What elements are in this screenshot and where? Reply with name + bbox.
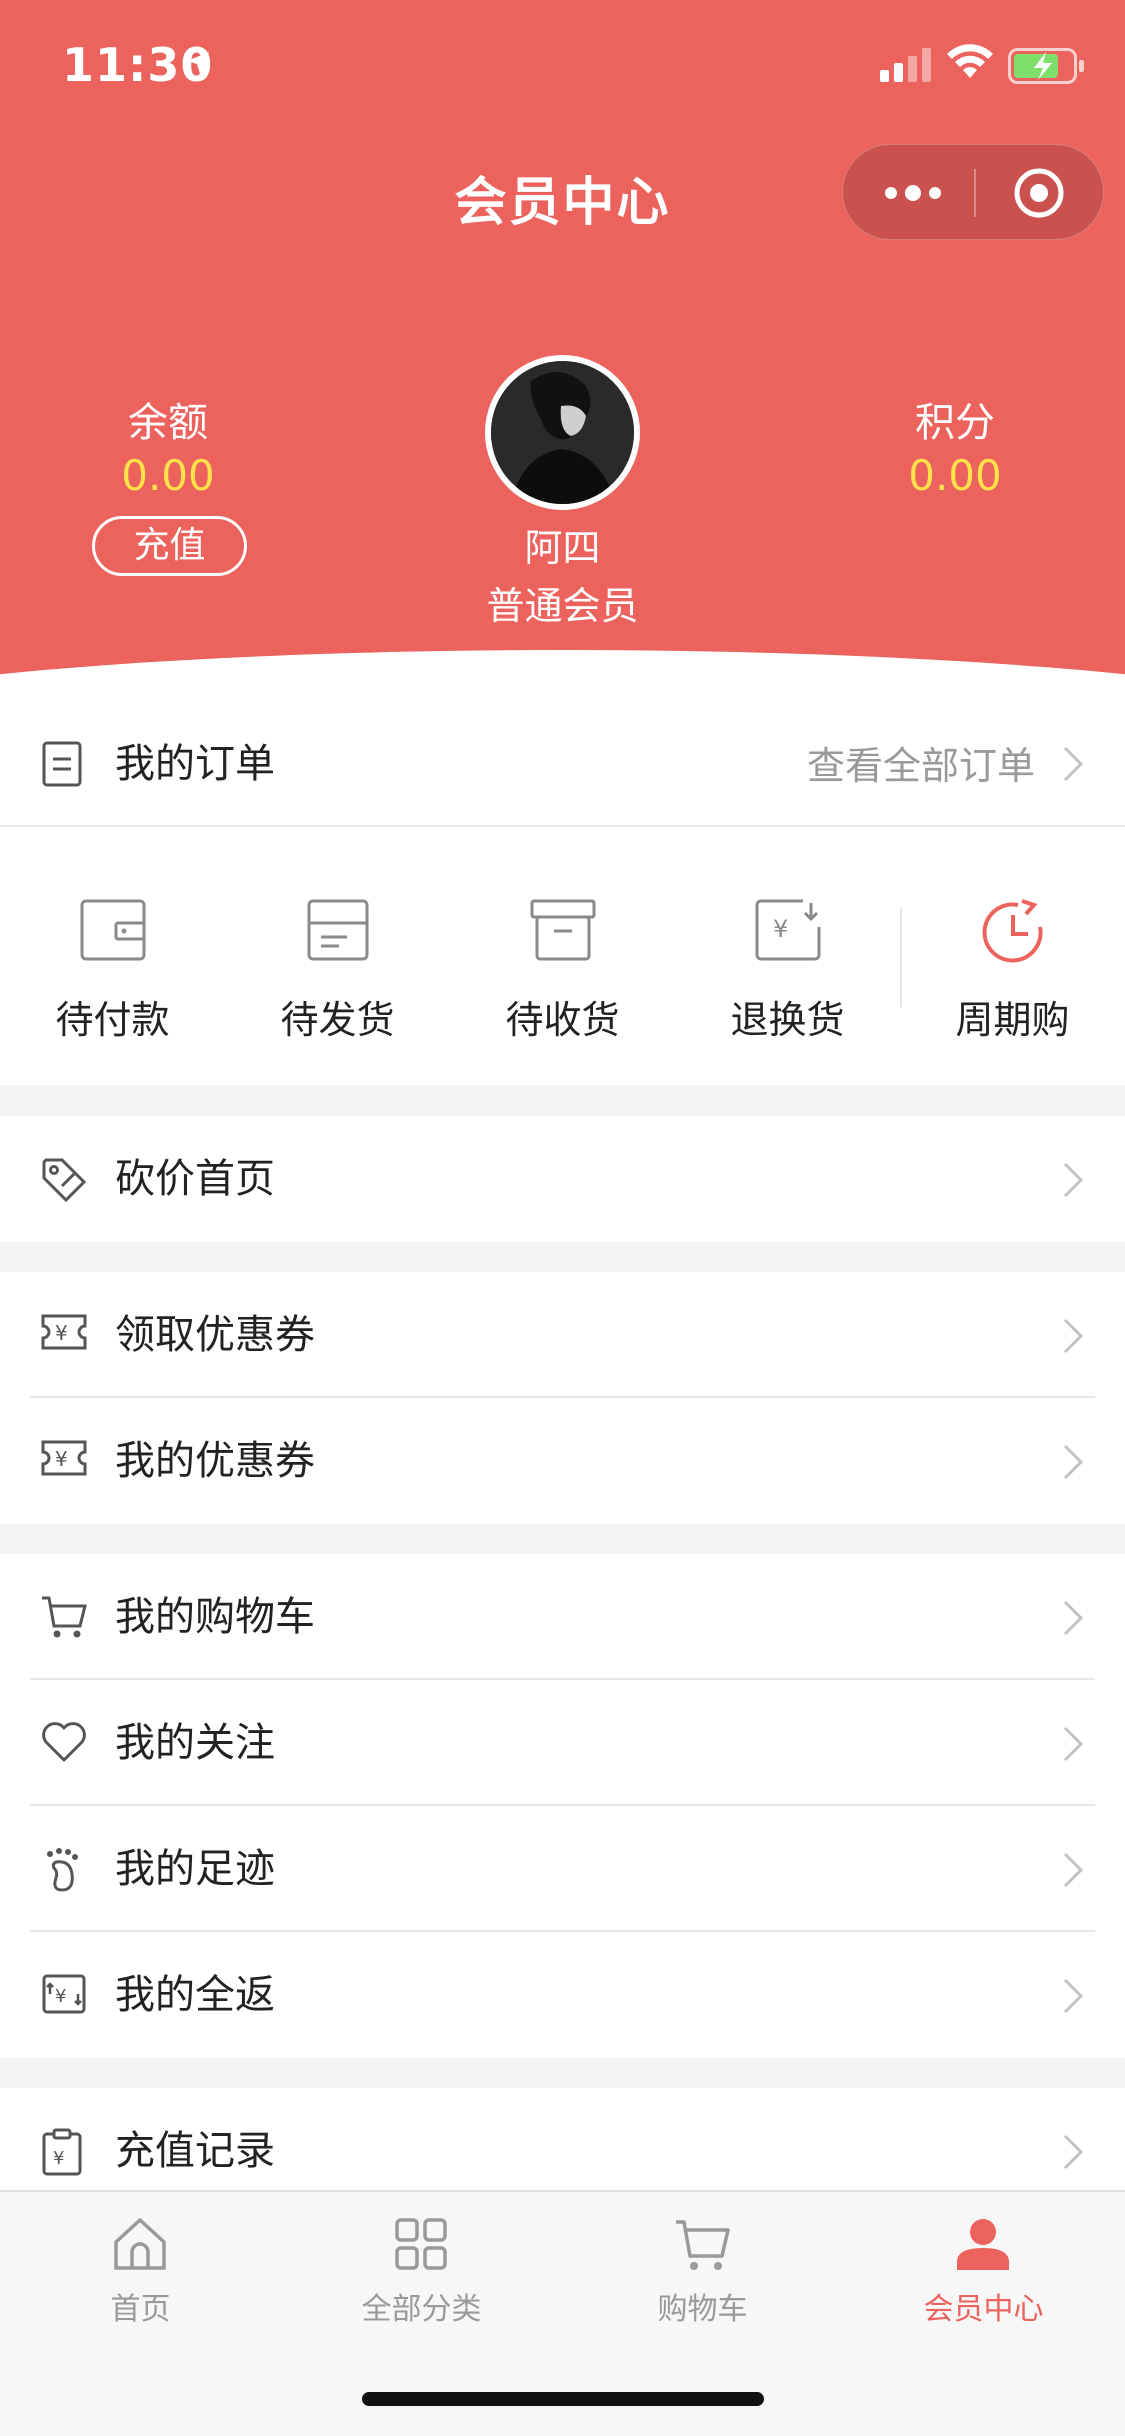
home-icon [114, 2218, 166, 2270]
tab-categories[interactable]: 全部分类 [281, 2192, 562, 2342]
menu-label: 我的优惠券 [115, 1438, 315, 1484]
menu-label: 领取优惠券 [115, 1312, 315, 1358]
coupon-icon: ¥ [41, 1440, 87, 1476]
menu-row-my-coupons[interactable]: ¥ 我的优惠券 [0, 1398, 1125, 1524]
tab-label: 购物车 [657, 2292, 748, 2327]
svg-text:¥: ¥ [773, 915, 788, 943]
menu-row-footprint[interactable]: 我的足迹 [0, 1806, 1125, 1932]
order-status-grid: 待付款 待发货 待收货 ¥ 退换货 周期购 [0, 827, 1125, 1085]
menu-label: 我的关注 [115, 1720, 275, 1766]
grid-icon [395, 2218, 447, 2270]
more-options-icon[interactable] [883, 175, 943, 211]
menu-row-cart[interactable]: 我的购物车 [0, 1554, 1125, 1680]
user-icon [957, 2219, 1009, 2270]
menu-row-bargain[interactable]: 砍价首页 [0, 1116, 1125, 1242]
balance-value: 0.00 [121, 451, 215, 500]
refund-icon: ¥ [755, 899, 821, 961]
svg-text:¥: ¥ [55, 1447, 68, 1471]
tab-label: 会员中心 [923, 2292, 1044, 2327]
menu-label: 充值记录 [115, 2128, 275, 2174]
profile-header: 11:30 会员中心 余额 0.00 充值 阿四 普通会员 积分 0.00 [0, 0, 1125, 700]
header-curve [0, 650, 1125, 700]
tab-cart[interactable]: 购物车 [562, 2192, 843, 2342]
chevron-right-icon [1063, 1318, 1084, 1354]
close-miniprogram-icon[interactable] [1013, 167, 1065, 219]
tab-member-center[interactable]: 会员中心 [843, 2192, 1124, 2342]
view-all-orders-link[interactable]: 查看全部订单 [807, 738, 1035, 794]
tab-label: 首页 [110, 2292, 171, 2327]
menu-group-records: ¥ 充值记录 [0, 2088, 1125, 2190]
order-item-label: 待付款 [55, 998, 170, 1042]
chevron-right-icon [1063, 746, 1084, 782]
points-value: 0.00 [908, 451, 1002, 500]
cart-icon [676, 2220, 730, 2270]
member-level: 普通会员 [486, 584, 639, 628]
chevron-right-icon [1063, 1162, 1084, 1198]
svg-text:¥: ¥ [53, 2148, 64, 2169]
user-name: 阿四 [524, 526, 601, 570]
menu-group-coupons: ¥ 领取优惠券 ¥ 我的优惠券 [0, 1272, 1125, 1524]
chevron-right-icon [1063, 1978, 1084, 2014]
menu-label: 我的全返 [115, 1972, 275, 2018]
package-icon [307, 899, 369, 961]
cellular-signal-icon [880, 48, 931, 82]
battery-charging-icon [1008, 48, 1084, 84]
status-bar: 11:30 [0, 0, 1125, 132]
avatar[interactable] [485, 355, 640, 510]
box-icon [530, 899, 596, 961]
wifi-icon [947, 44, 993, 78]
menu-group-bargain: 砍价首页 [0, 1116, 1125, 1242]
menu-row-follow[interactable]: 我的关注 [0, 1680, 1125, 1806]
miniprogram-capsule [842, 144, 1104, 240]
svg-text:¥: ¥ [55, 1986, 66, 2007]
avatar-image [491, 361, 634, 504]
clipboard-icon: ¥ [42, 2128, 82, 2176]
order-item-label: 待发货 [280, 998, 395, 1042]
tab-label: 全部分类 [361, 2292, 482, 2327]
menu-label: 我的购物车 [115, 1594, 315, 1640]
my-orders-label: 我的订单 [115, 741, 275, 787]
order-pending-payment[interactable]: 待付款 [0, 827, 225, 1085]
order-item-label: 周期购 [955, 998, 1070, 1042]
order-item-label: 退换货 [730, 998, 845, 1042]
location-arrow-icon [187, 52, 209, 74]
my-orders-row[interactable]: 我的订单 查看全部订单 [0, 700, 1125, 827]
chevron-right-icon [1063, 2134, 1084, 2170]
order-pending-receipt[interactable]: 待收货 [450, 827, 675, 1085]
wallet-icon [80, 899, 146, 961]
menu-group-personal: 我的购物车 我的关注 我的足迹 ¥ 我的全返 [0, 1554, 1125, 2058]
cart-icon [42, 1596, 87, 1638]
menu-row-full-return[interactable]: ¥ 我的全返 [0, 1932, 1125, 2058]
points-stat: 积分 0.00 [825, 398, 1085, 504]
tab-home[interactable]: 首页 [0, 2192, 281, 2342]
chevron-right-icon [1063, 1852, 1084, 1888]
balance-stat: 余额 0.00 [38, 398, 298, 504]
menu-label: 砍价首页 [115, 1156, 275, 1202]
footprint-icon [47, 1848, 78, 1892]
order-returns[interactable]: ¥ 退换货 [675, 827, 900, 1085]
chevron-right-icon [1063, 1726, 1084, 1762]
chevron-right-icon [1063, 1444, 1084, 1480]
order-item-label: 待收货 [505, 998, 620, 1042]
heart-icon [42, 1722, 86, 1762]
points-label: 积分 [915, 400, 995, 446]
svg-text:¥: ¥ [55, 1321, 68, 1345]
full-return-icon: ¥ [42, 1974, 86, 2014]
clock-icon [982, 899, 1043, 963]
menu-row-get-coupons[interactable]: ¥ 领取优惠券 [0, 1272, 1125, 1398]
menu-label: 我的足迹 [115, 1846, 275, 1892]
capsule-divider [974, 169, 976, 217]
order-list-icon [42, 741, 82, 787]
order-pending-shipment[interactable]: 待发货 [225, 827, 450, 1085]
balance-label: 余额 [128, 400, 208, 446]
home-indicator [362, 2392, 764, 2406]
chevron-right-icon [1063, 1600, 1084, 1636]
order-subscription[interactable]: 周期购 [900, 827, 1125, 1085]
price-tag-icon [42, 1158, 87, 1203]
coupon-icon: ¥ [41, 1314, 87, 1350]
